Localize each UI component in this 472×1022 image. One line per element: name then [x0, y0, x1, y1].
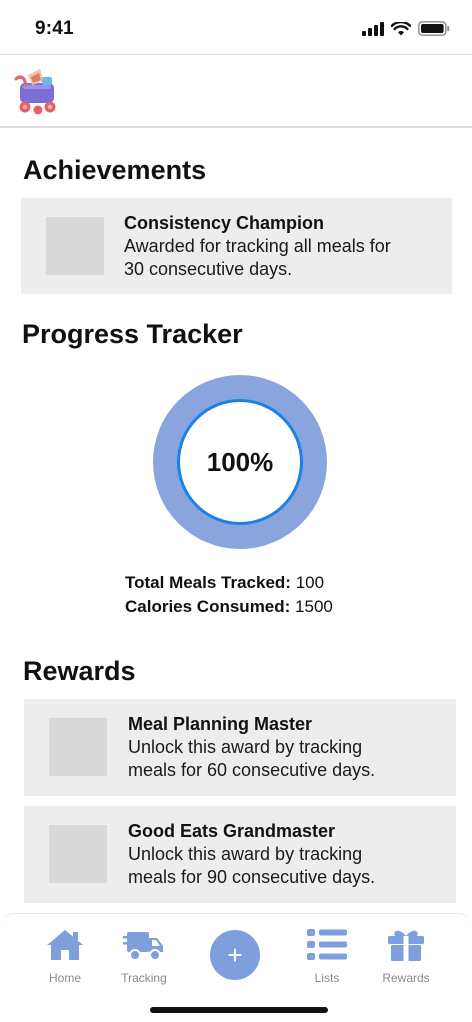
reward-description: Unlock this award by tracking meals for …: [128, 736, 375, 782]
home-icon: [47, 930, 83, 960]
calories-value: 1500: [295, 597, 333, 616]
reward-desc-line1: Unlock this award by tracking: [128, 737, 363, 757]
achievement-thumbnail: [46, 217, 104, 275]
nav-label-rewards: Rewards: [382, 971, 430, 985]
bottom-nav: Home Tracking + Lists Rewards: [0, 913, 472, 1022]
achievements-title: Achievements: [23, 155, 207, 185]
reward-thumbnail: [49, 718, 107, 776]
list-icon: [307, 929, 347, 960]
status-icons: [362, 21, 450, 36]
truck-icon: [123, 932, 163, 961]
gift-icon: [388, 930, 424, 961]
reward-thumbnail: [49, 825, 107, 883]
progress-percent: 100%: [206, 446, 274, 477]
achievement-card[interactable]: Consistency Champion Awarded for trackin…: [21, 198, 452, 294]
total-meals-value: 100: [295, 573, 325, 592]
progress-ring: 100%: [153, 375, 327, 549]
calories-stat: Calories Consumed: 1500: [125, 597, 333, 617]
reward-desc-line1: Unlock this award by tracking: [128, 844, 363, 864]
reward-card[interactable]: Meal Planning Master Unlock this award b…: [24, 699, 456, 796]
nav-label-tracking: Tracking: [121, 971, 167, 985]
add-button[interactable]: +: [210, 930, 260, 980]
nav-label-lists: Lists: [314, 971, 340, 985]
nav-label-home: Home: [48, 971, 81, 985]
rewards-title: Rewards: [23, 656, 136, 686]
achievement-desc-line2: 30 consecutive days.: [124, 259, 293, 279]
reward-description: Unlock this award by tracking meals for …: [128, 843, 375, 889]
achievement-title: Consistency Champion: [124, 213, 325, 233]
status-bar: 9:41: [0, 0, 472, 54]
battery-icon: [418, 21, 450, 36]
app-header: [0, 54, 472, 128]
total-meals-label: Total Meals Tracked:: [125, 573, 291, 592]
signal-icon: [362, 21, 384, 36]
home-indicator: [150, 1007, 328, 1013]
progress-ring-inner: 100%: [177, 399, 303, 525]
nav-item-lists[interactable]: Lists: [287, 928, 367, 985]
reward-card[interactable]: Good Eats Grandmaster Unlock this award …: [24, 806, 456, 903]
plus-icon: +: [227, 939, 243, 970]
calories-label: Calories Consumed:: [125, 597, 291, 616]
achievement-desc-line1: Awarded for tracking all meals for: [124, 236, 391, 256]
total-meals-stat: Total Meals Tracked: 100: [125, 573, 324, 593]
reward-desc-line2: meals for 90 consecutive days.: [128, 867, 376, 887]
nav-item-home[interactable]: Home: [25, 928, 105, 985]
nav-item-tracking[interactable]: Tracking: [104, 928, 184, 985]
stroller-logo-icon[interactable]: [14, 65, 62, 117]
reward-desc-line2: meals for 60 consecutive days.: [128, 760, 376, 780]
reward-title: Meal Planning Master: [128, 714, 313, 734]
wifi-icon: [391, 21, 411, 35]
nav-item-rewards[interactable]: Rewards: [366, 928, 446, 985]
progress-title: Progress Tracker: [22, 319, 243, 349]
reward-title: Good Eats Grandmaster: [128, 821, 336, 841]
achievement-description: Awarded for tracking all meals for 30 co…: [124, 235, 391, 281]
status-time: 9:41: [35, 18, 74, 39]
